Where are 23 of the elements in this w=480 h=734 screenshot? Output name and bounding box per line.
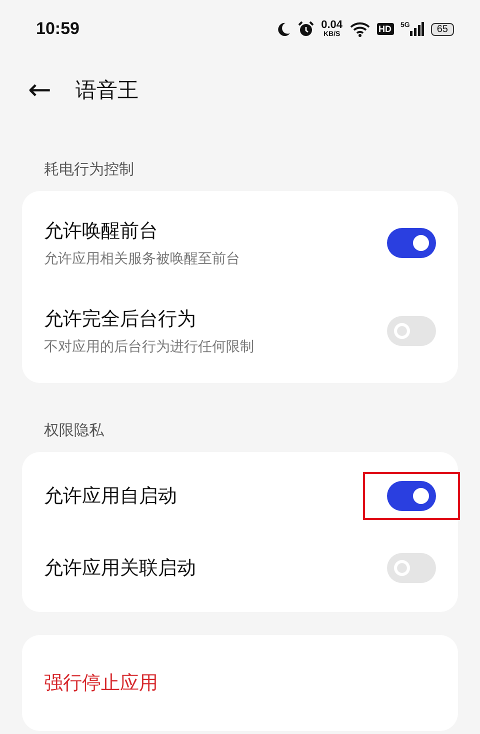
battery-indicator: 65 [430,22,454,36]
toggle-switch[interactable] [387,228,436,258]
toggle-switch[interactable] [387,316,436,346]
alarm-icon [298,21,314,37]
toggle-switch[interactable] [387,481,436,511]
moon-icon [276,22,292,36]
setting-description: 允许应用相关服务被唤醒至前台 [44,250,240,268]
setting-title: 允许完全后台行为 [44,307,197,332]
setting-title: 允许应用关联启动 [44,556,196,581]
toggle-switch[interactable] [387,553,436,583]
network-speed: 0.04 [321,20,343,31]
setting-description: 不对应用的后台行为进行任何限制 [44,338,254,356]
status-time: 10:59 [36,19,80,39]
back-button[interactable]: ← [28,76,52,104]
hd-badge: HD [376,23,394,35]
force-stop-button[interactable]: 强行停止应用 [22,635,180,731]
setting-title: 允许应用自启动 [44,484,177,509]
section-label: 权限隐私 [43,420,105,441]
section-label: 耗电行为控制 [43,159,135,180]
signal-icon [410,22,424,36]
page-title: 语音王 [75,77,138,104]
setting-title: 允许唤醒前台 [44,219,159,244]
wifi-icon [350,21,370,37]
